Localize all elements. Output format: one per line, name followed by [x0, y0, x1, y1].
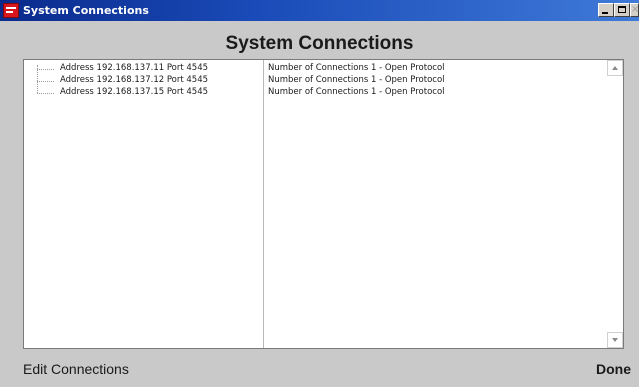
connection-status[interactable]: Number of Connections 1 - Open Protocol [268, 86, 445, 98]
done-button[interactable]: Done [590, 359, 631, 379]
connection-address[interactable]: Address 192.168.137.15 Port 4545 [60, 86, 208, 98]
close-icon: × [631, 4, 639, 15]
system-connections-window: System Connections × System Connections … [0, 0, 639, 387]
scroll-down-button[interactable] [607, 332, 623, 348]
chevron-down-icon [612, 338, 618, 342]
maximize-button[interactable] [614, 3, 630, 17]
chevron-up-icon [612, 66, 618, 70]
minimize-icon [602, 12, 608, 14]
connection-address[interactable]: Address 192.168.137.11 Port 4545 [60, 62, 208, 74]
status-column: Number of Connections 1 - Open Protocol … [264, 60, 607, 348]
tree-connector [37, 69, 54, 70]
scroll-up-button[interactable] [607, 60, 623, 76]
page-title: System Connections [225, 33, 414, 54]
edit-connections-button[interactable]: Edit Connections [23, 359, 129, 379]
connection-status[interactable]: Number of Connections 1 - Open Protocol [268, 62, 445, 74]
app-icon[interactable] [3, 3, 19, 18]
connections-list[interactable]: Address 192.168.137.11 Port 4545 Address… [23, 59, 624, 349]
maximize-icon [618, 6, 626, 13]
address-column: Address 192.168.137.11 Port 4545 Address… [24, 60, 264, 348]
vertical-scrollbar[interactable] [607, 60, 623, 348]
minimize-button[interactable] [598, 3, 614, 17]
connection-status[interactable]: Number of Connections 1 - Open Protocol [268, 74, 445, 86]
connection-address[interactable]: Address 192.168.137.12 Port 4545 [60, 74, 208, 86]
tree-connector [37, 81, 54, 82]
close-button[interactable]: × [630, 3, 639, 17]
title-bar[interactable]: System Connections × [0, 0, 639, 21]
window-title: System Connections [23, 4, 149, 17]
tree-connector [37, 93, 54, 94]
